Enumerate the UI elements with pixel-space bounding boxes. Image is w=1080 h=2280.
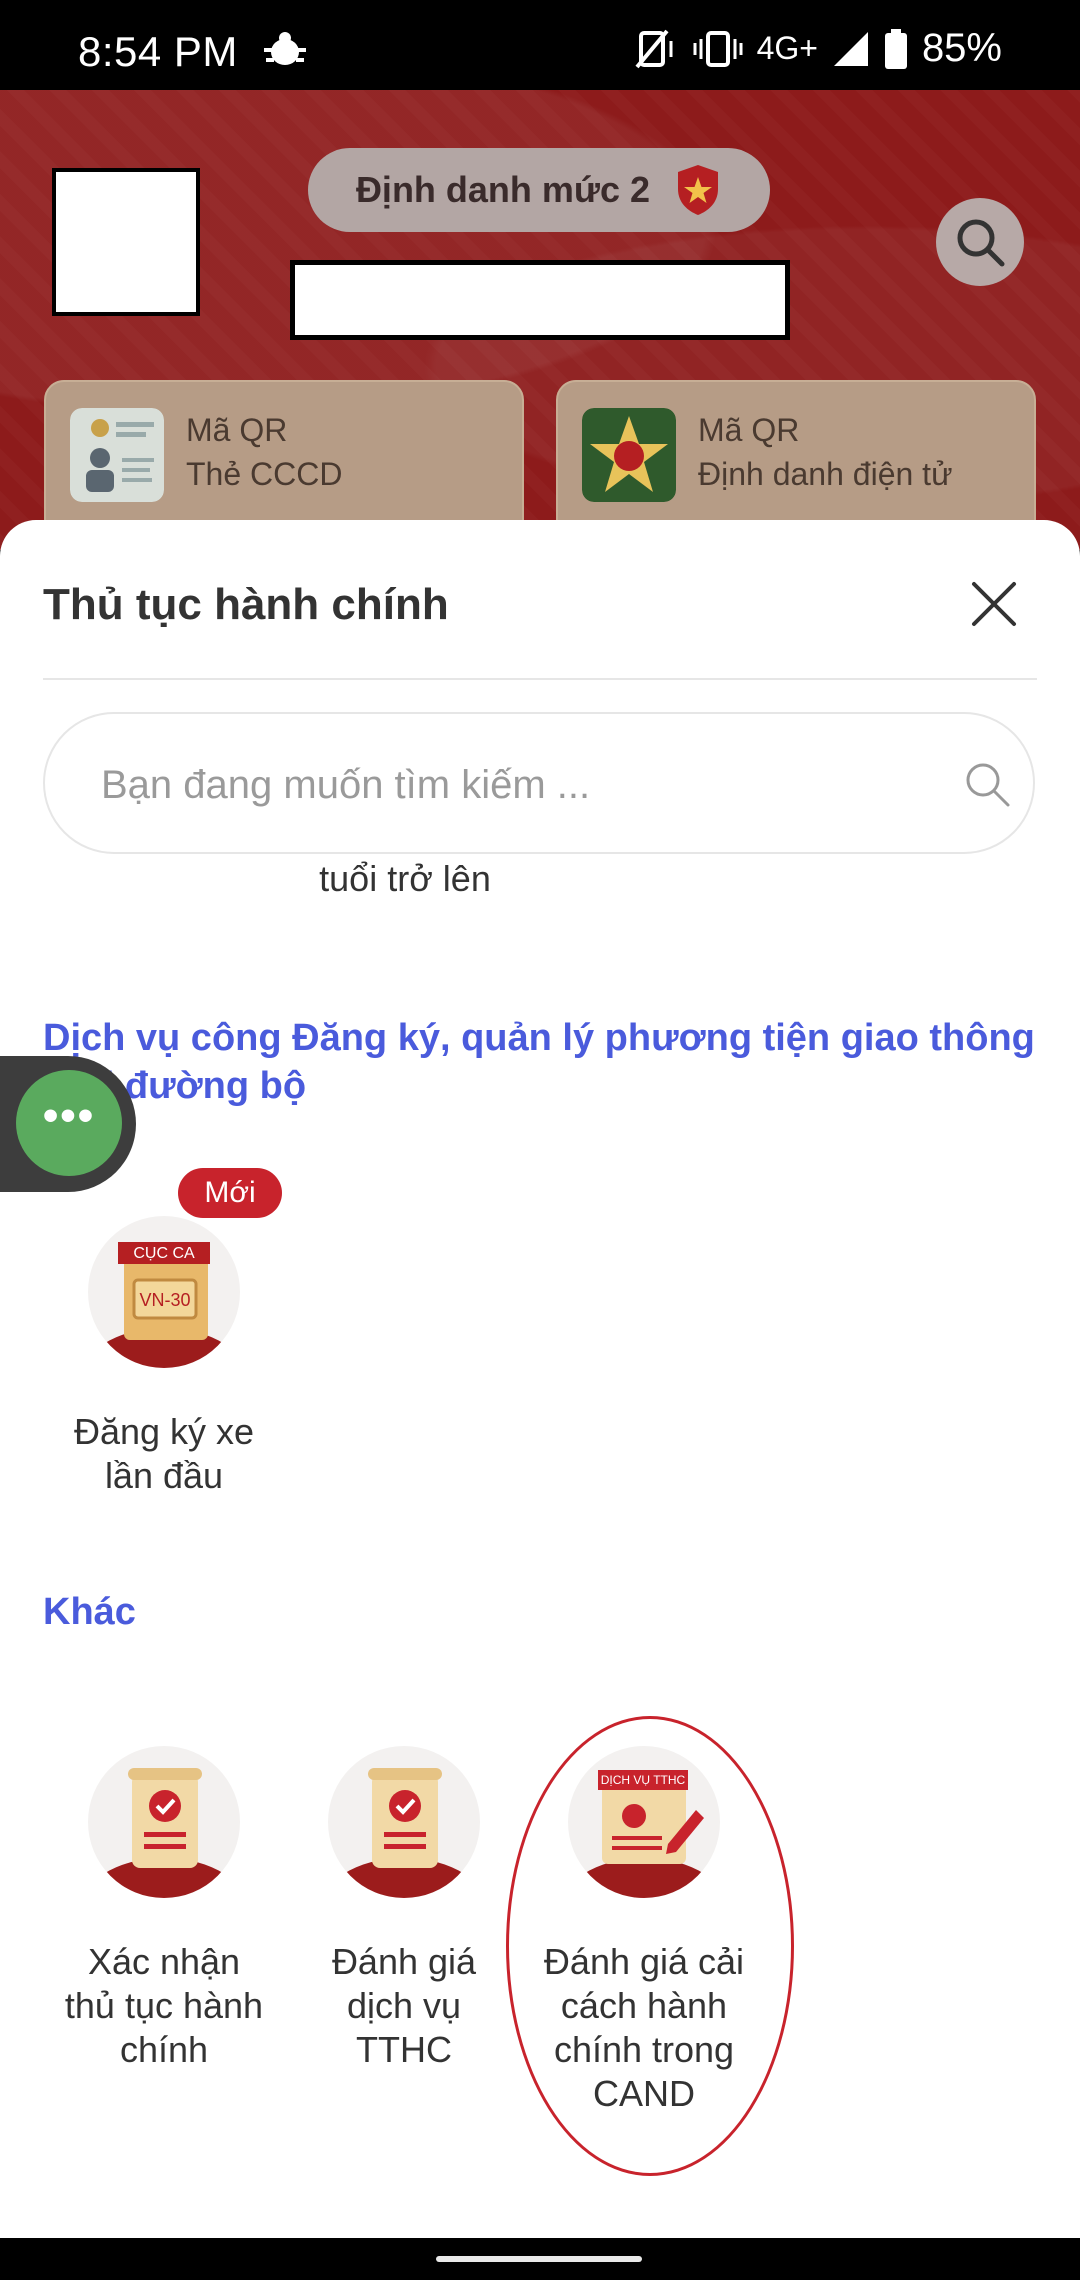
- id-card-icon: [70, 408, 164, 502]
- header-search-button[interactable]: [936, 198, 1024, 286]
- service-review-icon: DỊCH VỤ TTHC: [568, 1746, 720, 1898]
- more-dots-icon: •••: [42, 1091, 96, 1140]
- tile-label-line: Đăng ký xe: [73, 1411, 255, 1452]
- battery-icon: [884, 28, 907, 69]
- status-bar: 8:54 PM 4G+ 85%: [0, 0, 1080, 90]
- qr-card-digital-id[interactable]: Mã QR Định danh điện tử: [556, 380, 1036, 540]
- avatar[interactable]: [52, 168, 200, 316]
- tile-evaluate-service[interactable]: Đánh giá dịch vụ TTHC: [284, 1746, 524, 2072]
- search-icon: [957, 219, 1005, 267]
- partial-item-label[interactable]: tuổi trở lên: [200, 858, 610, 900]
- tile-confirm-procedure[interactable]: Xác nhận thủ tục hành chính: [44, 1746, 284, 2072]
- tile-label-line: lần đầu: [104, 1455, 224, 1496]
- tile-label-line: chính: [119, 2029, 209, 2070]
- search-input[interactable]: [99, 746, 923, 824]
- more-menu-button[interactable]: •••: [16, 1070, 122, 1176]
- section-title-other: Khác: [43, 1591, 136, 1633]
- home-gesture-handle[interactable]: [436, 2256, 642, 2262]
- qr-card-cccd[interactable]: Mã QR Thẻ CCCD: [44, 380, 524, 540]
- license-plate-icon: CỤC CA VN-30: [88, 1216, 240, 1368]
- qr-card-line1: Mã QR: [186, 412, 288, 448]
- shield-icon: [678, 165, 719, 215]
- app-header: Định danh mức 2 Mã QR Thẻ CCCD Mã QR Địn…: [0, 90, 1080, 550]
- floating-menu-handle[interactable]: •••: [0, 1056, 136, 1192]
- battery-percent: 85%: [921, 26, 1002, 70]
- divider: [43, 678, 1037, 680]
- navigation-bar: [0, 2238, 1080, 2280]
- procedure-search-field[interactable]: [43, 712, 1035, 854]
- new-badge: Mới: [178, 1168, 282, 1218]
- search-icon[interactable]: [963, 760, 1011, 808]
- network-type: 4G+: [756, 30, 818, 66]
- tile-label-line: Xác nhận: [87, 1941, 241, 1982]
- qr-card-line2: Thẻ CCCD: [186, 456, 343, 492]
- plate-text: VN-30: [139, 1290, 190, 1310]
- tile-label-line: thủ tục hành: [64, 1985, 264, 2026]
- identity-level-label: Định danh mức 2: [355, 169, 651, 210]
- document-check-icon: [88, 1746, 240, 1898]
- tile-vehicle-registration[interactable]: CỤC CA VN-30 Đăng ký xe lần đầu: [44, 1216, 284, 1498]
- close-icon[interactable]: [966, 576, 1022, 632]
- tile-label: Đăng ký xe lần đầu: [44, 1410, 284, 1498]
- status-time: 8:54 PM: [78, 28, 238, 75]
- sheet-title: Thủ tục hành chính: [43, 580, 449, 629]
- user-name-field: [290, 260, 790, 340]
- document-check-icon: [328, 1746, 480, 1898]
- vibrate-off-icon: [635, 29, 673, 68]
- tile-label: Đánh giá dịch vụ TTHC: [284, 1940, 524, 2072]
- qr-card-line2: Định danh điện tử: [698, 456, 953, 492]
- tile-label: Xác nhận thủ tục hành chính: [44, 1940, 284, 2072]
- icon-caption: DỊCH VỤ TTHC: [601, 1773, 686, 1787]
- tile-label-line: Đánh giá: [331, 1941, 477, 1982]
- icon-caption: CỤC CA: [133, 1245, 195, 1262]
- bug-icon: [264, 32, 306, 65]
- tile-label-line: dịch vụ: [346, 1985, 462, 2026]
- tile-label-line: TTHC: [356, 2029, 452, 2070]
- section-title-vehicle: Dịch vụ công Đăng ký, quản lý phương tiệ…: [43, 1017, 1035, 1107]
- identity-level-badge[interactable]: Định danh mức 2: [308, 148, 770, 232]
- vibrate-icon: [693, 30, 743, 67]
- signal-icon: [833, 31, 868, 66]
- qr-card-line1: Mã QR: [698, 412, 800, 448]
- vneid-logo-icon: [582, 408, 676, 502]
